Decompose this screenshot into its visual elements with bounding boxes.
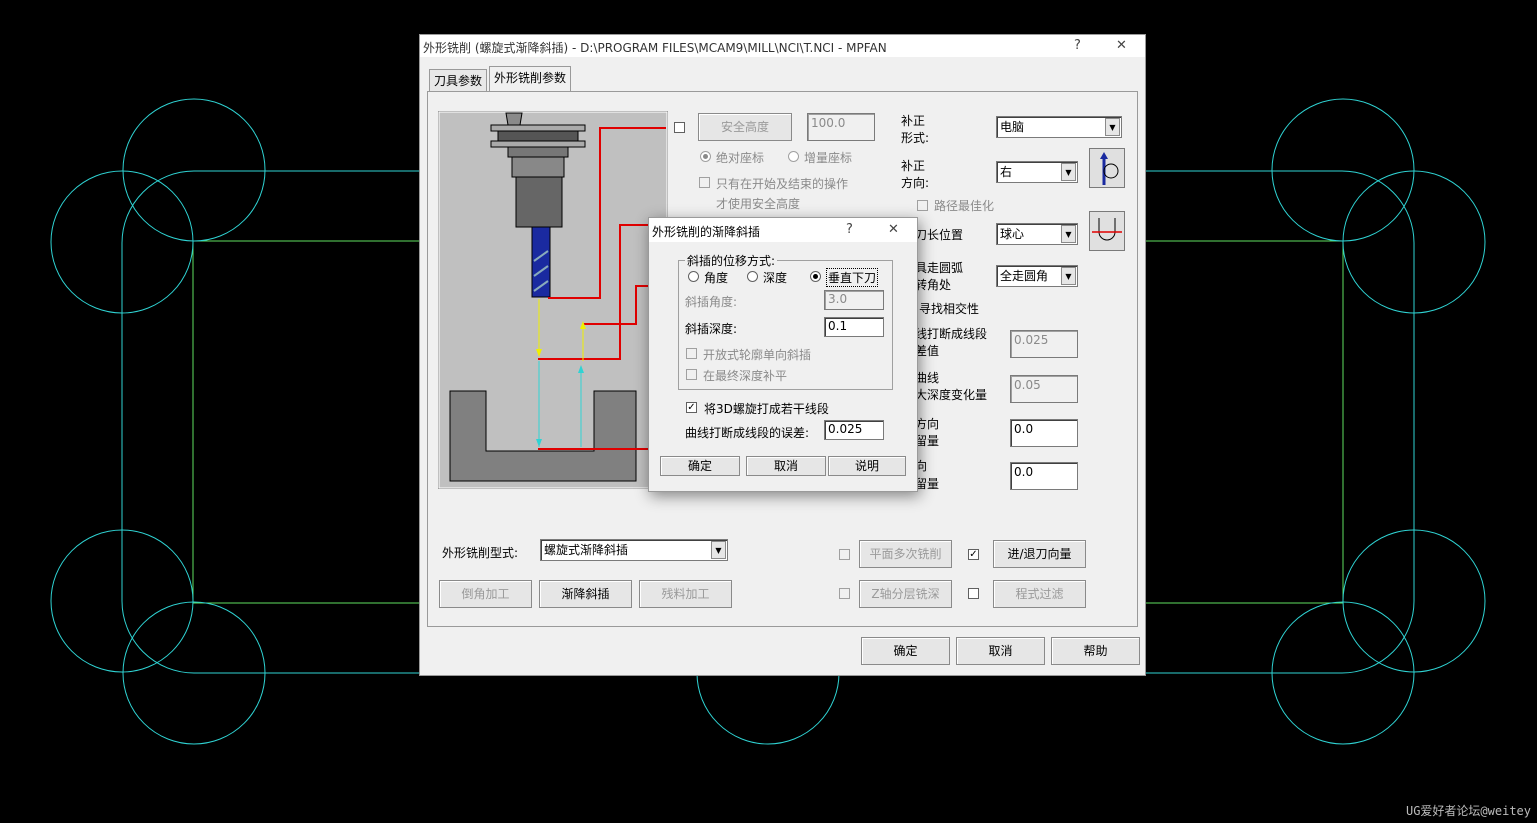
help-icon[interactable]: ? [846, 222, 853, 237]
angle-label: 角度 [704, 271, 729, 285]
ramp-dialog: 外形铣削的渐降斜插 ? ✕ 斜插的位移方式: 角度 深度 垂直下刀 斜插角度: … [648, 217, 918, 492]
safety-height-checkbox[interactable] [674, 122, 685, 133]
comp-dir-label-2: 方向: [901, 176, 930, 190]
chevron-down-icon: ▼ [711, 541, 726, 559]
tool-illustration [438, 111, 668, 489]
abs-coord-label: 绝对座标 [716, 151, 765, 165]
xy-stock-label-1: 方向 [915, 417, 940, 431]
chevron-down-icon: ▼ [1061, 267, 1076, 285]
help-button[interactable]: 帮助 [1051, 637, 1140, 665]
depth-label: 深度 [763, 271, 788, 285]
leadinout-checkbox[interactable]: ✓ [968, 549, 979, 560]
arc-label-1: 具走圆弧 [915, 261, 964, 275]
open-contour-checkbox[interactable] [686, 348, 697, 359]
comp-type-value: 电脑 [1000, 120, 1025, 134]
comp-type-select[interactable]: 电脑 ▼ [996, 116, 1122, 138]
ramp-ok-button[interactable]: 确定 [660, 456, 740, 476]
filter-button[interactable]: 程式过滤 [993, 580, 1086, 608]
chamfer-button[interactable]: 倒角加工 [439, 580, 532, 608]
comp-dir-select[interactable]: 右 ▼ [996, 161, 1078, 183]
ramp-angle-label: 斜插角度: [685, 295, 738, 309]
depthcuts-checkbox[interactable] [839, 588, 850, 599]
only-start-end-label-1: 只有在开始及结束的操作 [716, 177, 849, 191]
ramp-dialog-title: 外形铣削的渐降斜插 [652, 225, 761, 239]
path-opt-label: 路径最佳化 [934, 199, 995, 213]
cancel-button[interactable]: 取消 [956, 637, 1045, 665]
ramp-mode-group-label: 斜插的位移方式: [685, 252, 778, 269]
curve-depth-input[interactable]: 0.05 [1010, 375, 1078, 403]
curve-depth-label-1: 曲线 [915, 371, 940, 385]
z-stock-input[interactable]: 0.0 [1010, 462, 1078, 490]
multipass-button[interactable]: 平面多次铣削 [859, 540, 952, 568]
comp-right-icon [1089, 148, 1125, 188]
comp-dir-value: 右 [1000, 165, 1013, 179]
inc-coord-radio[interactable] [788, 151, 799, 162]
inc-coord-label: 增量座标 [804, 151, 853, 165]
tip-pos-select[interactable]: 球心 ▼ [996, 223, 1078, 245]
filter-checkbox[interactable] [968, 588, 979, 599]
line-break-input[interactable]: 0.025 [1010, 330, 1078, 358]
break-helix-checkbox[interactable]: ✓ [686, 402, 697, 413]
ramp-explain-button[interactable]: 说明 [828, 456, 906, 476]
contour-type-label: 外形铣削型式: [442, 546, 519, 560]
curve-depth-label-2: 大深度变化量 [915, 388, 988, 402]
depthcuts-button[interactable]: Z轴分层铣深 [859, 580, 952, 608]
contour-type-select[interactable]: 螺旋式渐降斜插 ▼ [540, 539, 728, 561]
title-bar: 外形铣削 (螺旋式渐降斜插) - D:\PROGRAM FILES\MCAM9\… [420, 35, 1145, 57]
window-title: 外形铣削 (螺旋式渐降斜插) - D:\PROGRAM FILES\MCAM9\… [423, 41, 887, 55]
arc-value: 全走圆角 [1000, 269, 1049, 283]
ramp-angle-input[interactable]: 3.0 [824, 290, 884, 310]
open-contour-label: 开放式轮廓单向斜插 [703, 348, 812, 362]
chevron-down-icon: ▼ [1061, 225, 1076, 243]
line-break-label-1: 线打断成线段 [915, 327, 988, 341]
comp-type-label-1: 补正 [901, 114, 926, 128]
xy-stock-input[interactable]: 0.0 [1010, 419, 1078, 447]
xy-stock-label-2: 留量 [915, 434, 940, 448]
tip-pos-value: 球心 [1000, 227, 1025, 241]
safety-height-input[interactable]: 100.0 [807, 113, 875, 141]
abs-coord-radio[interactable] [700, 151, 711, 162]
remachine-button[interactable]: 残料加工 [639, 580, 732, 608]
ramp-depth-label: 斜插深度: [685, 322, 738, 336]
ok-button[interactable]: 确定 [861, 637, 950, 665]
flat-final-checkbox[interactable] [686, 369, 697, 380]
close-icon[interactable]: ✕ [1116, 38, 1127, 53]
comp-type-label-2: 形式: [901, 131, 930, 145]
angle-radio[interactable] [688, 271, 699, 282]
plunge-radio[interactable] [810, 271, 821, 282]
ramp-title-bar: 外形铣削的渐降斜插 ? ✕ [649, 218, 917, 242]
chevron-down-icon: ▼ [1105, 118, 1120, 136]
intersect-label: 寻找相交性 [919, 302, 980, 316]
comp-dir-label-1: 补正 [901, 159, 926, 173]
line-break-label-2: 差值 [915, 344, 940, 358]
only-start-end-checkbox[interactable] [699, 177, 710, 188]
path-opt-checkbox[interactable] [917, 200, 928, 211]
close-icon[interactable]: ✕ [888, 222, 899, 237]
tip-pos-label: 刀长位置 [915, 228, 964, 242]
depth-radio[interactable] [747, 271, 758, 282]
help-icon[interactable]: ? [1074, 38, 1081, 53]
watermark: UG爱好者论坛@weitey [1405, 804, 1531, 818]
flat-final-label: 在最终深度补平 [703, 369, 788, 383]
tolerance-input[interactable]: 0.025 [824, 420, 884, 440]
only-start-end-label-2: 才使用安全高度 [716, 197, 801, 211]
z-stock-label-2: 留量 [915, 477, 940, 491]
ramp-cancel-button[interactable]: 取消 [746, 456, 826, 476]
ramp-button[interactable]: 渐降斜插 [539, 580, 632, 608]
multipass-checkbox[interactable] [839, 549, 850, 560]
ramp-depth-input[interactable]: 0.1 [824, 317, 884, 337]
arc-select[interactable]: 全走圆角 ▼ [996, 265, 1078, 287]
safety-height-button[interactable]: 安全高度 [698, 113, 792, 141]
chevron-down-icon: ▼ [1061, 163, 1076, 181]
ball-tip-icon [1089, 211, 1125, 251]
tolerance-label: 曲线打断成线段的误差: [685, 426, 810, 440]
plunge-label: 垂直下刀 [826, 268, 879, 287]
arc-label-2: 转角处 [915, 278, 952, 292]
tab-tool-params[interactable]: 刀具参数 [429, 69, 488, 92]
contour-type-value: 螺旋式渐降斜插 [544, 543, 629, 557]
break-helix-label: 将3D螺旋打成若干线段 [704, 402, 829, 416]
tab-contour-params[interactable]: 外形铣削参数 [489, 66, 572, 92]
leadinout-button[interactable]: 进/退刀向量 [993, 540, 1086, 568]
